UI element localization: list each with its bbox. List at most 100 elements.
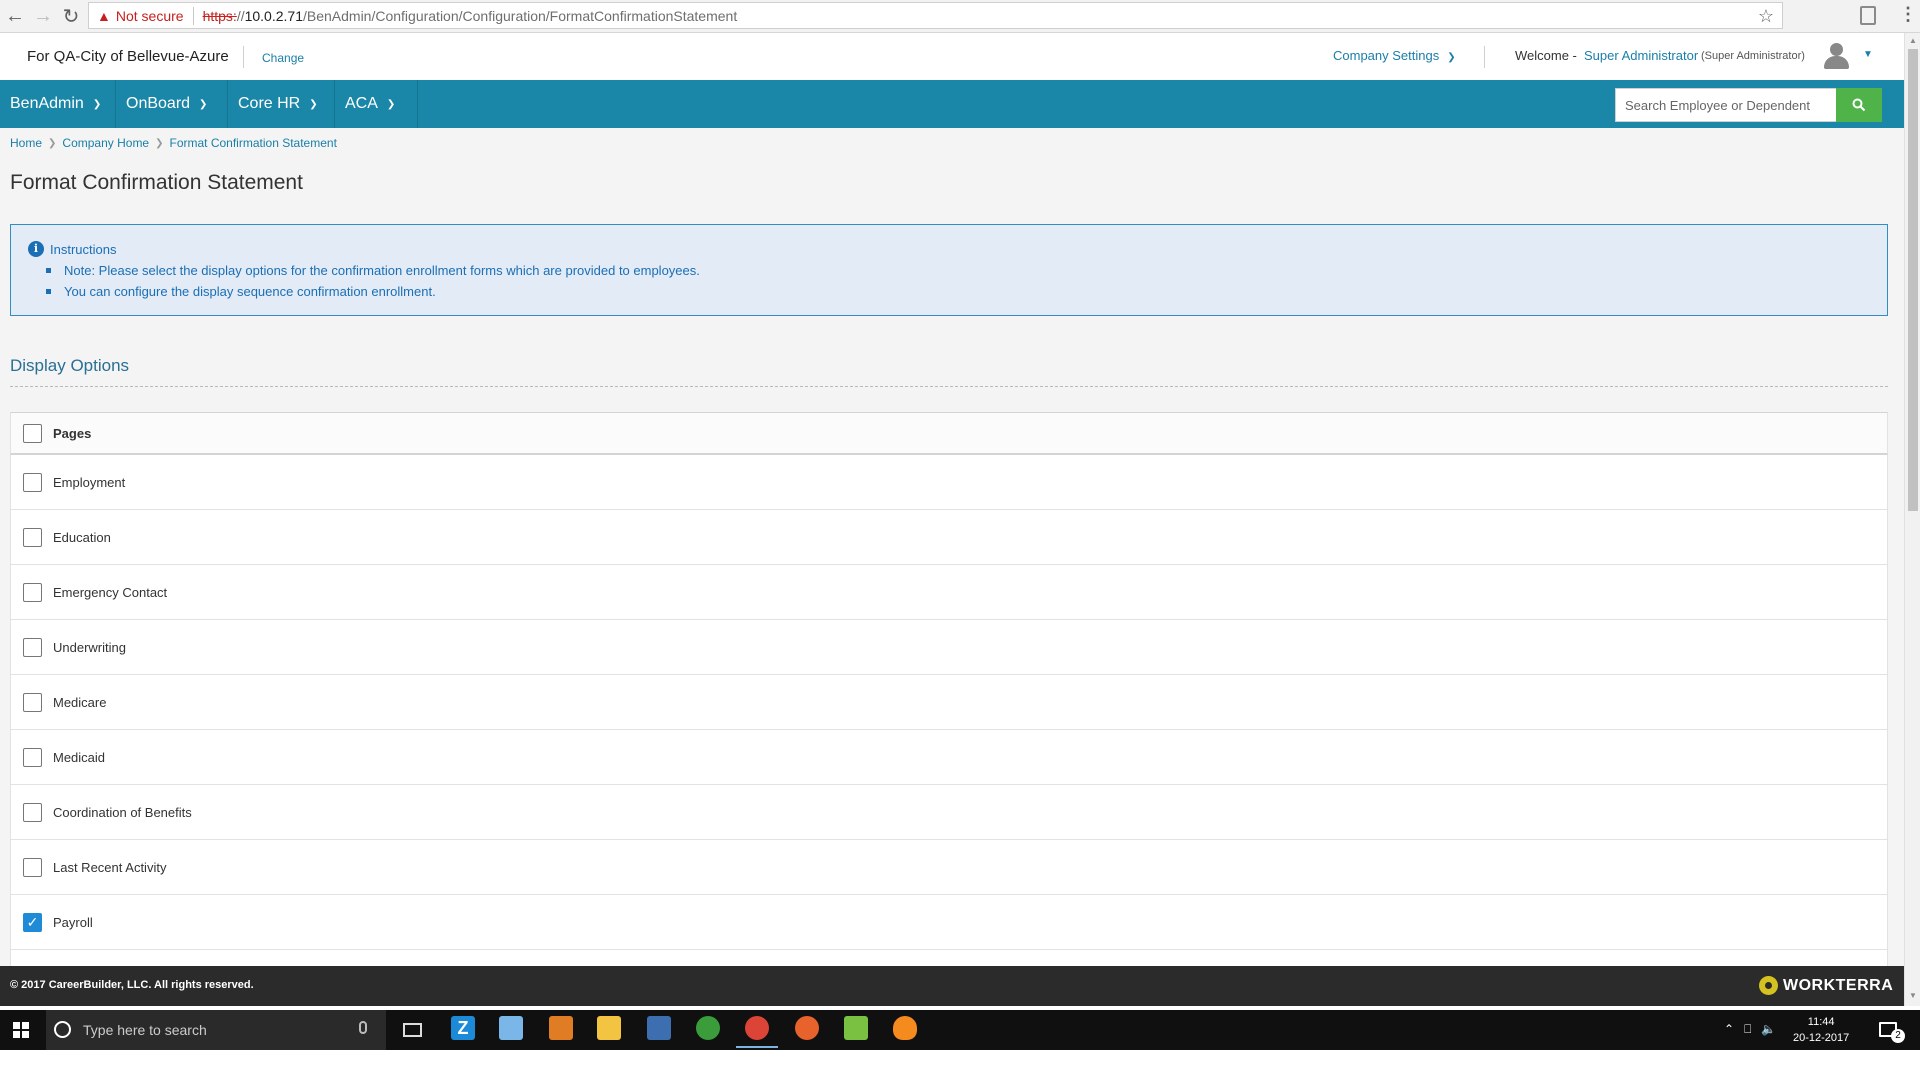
system-tray[interactable]: ⌃ ⎕ 🔈 xyxy=(1724,1022,1776,1037)
windows-start-icon[interactable] xyxy=(13,1022,29,1038)
taskbar-clock[interactable]: 11:44 20-12-2017 xyxy=(1793,1014,1849,1046)
browser-menu-icon[interactable]: ⋮ xyxy=(1899,4,1917,25)
row-label: Last Recent Activity xyxy=(53,859,167,875)
nav-onboard[interactable]: OnBoard ❯ xyxy=(116,80,228,128)
task-view-icon[interactable] xyxy=(403,1023,422,1037)
url-path: /BenAdmin/Configuration/Configuration/Fo… xyxy=(302,7,738,24)
change-company-link[interactable]: Change xyxy=(262,51,304,65)
forward-icon[interactable]: → xyxy=(30,3,56,29)
breadcrumb-home[interactable]: Home xyxy=(10,136,42,150)
page-scrollbar[interactable]: ▲ ▼ xyxy=(1904,33,1920,1006)
row-checkbox[interactable] xyxy=(23,857,42,877)
taskbar-search-placeholder: Type here to search xyxy=(83,1022,207,1038)
row-label: Medicaid xyxy=(53,749,106,765)
spreadsheet-app-icon[interactable] xyxy=(844,1016,868,1040)
row-checkbox[interactable] xyxy=(23,637,42,657)
scroll-down-icon[interactable]: ▼ xyxy=(1909,991,1917,1000)
page-title: Format Confirmation Statement xyxy=(10,171,303,194)
nav-benadmin[interactable]: BenAdmin ❯ xyxy=(0,80,116,128)
search-button[interactable] xyxy=(1836,88,1882,122)
row-checkbox-checked[interactable]: ✓ xyxy=(23,912,42,932)
search-icon xyxy=(1852,98,1866,112)
table-row: ✓ Payroll xyxy=(10,895,1888,950)
row-label: Medicare xyxy=(53,694,107,710)
browser-toolbar: ← → ↻ ▲ Not secure https://10.0.2.71/Ben… xyxy=(0,0,1920,33)
row-label: Education xyxy=(53,529,111,545)
extension-icon[interactable] xyxy=(1860,6,1876,25)
reload-icon[interactable]: ↻ xyxy=(58,3,84,29)
scroll-up-icon[interactable]: ▲ xyxy=(1909,36,1917,45)
sublime-app-icon[interactable] xyxy=(549,1016,573,1040)
table-row: Last Recent Activity xyxy=(10,840,1888,895)
microphone-icon[interactable] xyxy=(359,1021,367,1034)
chrome-app-icon[interactable] xyxy=(736,1016,778,1048)
security-warning[interactable]: Not secure xyxy=(116,8,184,24)
nav-label: BenAdmin xyxy=(10,95,84,112)
employee-search-input[interactable]: Search Employee or Dependent xyxy=(1615,88,1837,122)
nav-label: ACA xyxy=(345,95,378,112)
row-checkbox[interactable] xyxy=(23,582,42,602)
select-all-checkbox[interactable] xyxy=(23,423,42,443)
back-icon[interactable]: ← xyxy=(2,3,28,29)
section-title: Display Options xyxy=(10,356,130,375)
instructions-list: Note: Please select the display options … xyxy=(46,263,700,305)
table-row: Employment xyxy=(10,455,1888,510)
bookmark-star-icon[interactable]: ☆ xyxy=(1758,6,1774,27)
row-checkbox[interactable] xyxy=(23,802,42,822)
row-label: Underwriting xyxy=(53,639,126,655)
zoho-app-icon[interactable]: Z xyxy=(451,1016,475,1040)
tray-chevron-up-icon[interactable]: ⌃ xyxy=(1724,1022,1734,1037)
table-row: Coordination of Benefits xyxy=(10,785,1888,840)
instructions-title: Instructions xyxy=(50,242,117,257)
warning-icon: ▲ xyxy=(97,7,111,24)
app-header: For QA-City of Bellevue-Azure Change Com… xyxy=(0,33,1904,80)
header-divider xyxy=(1484,46,1485,68)
user-name-link[interactable]: Super Administrator xyxy=(1584,48,1698,63)
breadcrumb-current[interactable]: Format Confirmation Statement xyxy=(170,136,337,150)
firefox-app-icon[interactable] xyxy=(795,1016,819,1040)
chevron-down-icon[interactable]: ▼ xyxy=(1863,49,1873,60)
checkmark-icon: ✓ xyxy=(26,913,39,930)
nav-label: Core HR xyxy=(238,95,301,112)
notification-badge: 2 xyxy=(1891,1029,1905,1043)
avatar[interactable] xyxy=(1821,41,1851,71)
screen-margin xyxy=(0,1050,1920,1080)
notepad-app-icon[interactable] xyxy=(499,1016,523,1040)
chevron-down-icon: ❯ xyxy=(92,98,102,110)
row-label: Payroll xyxy=(53,914,93,930)
user-role: (Super Administrator) xyxy=(1701,50,1805,62)
nav-label: OnBoard xyxy=(126,95,191,112)
company-settings-label: Company Settings xyxy=(1333,48,1440,63)
header-divider xyxy=(243,46,244,68)
nav-aca[interactable]: ACA ❯ xyxy=(335,80,418,128)
row-checkbox[interactable] xyxy=(23,472,42,492)
windows-taskbar: Type here to search Z ⌃ ⎕ 🔈 11:44 20-12-… xyxy=(0,1010,1920,1050)
row-checkbox[interactable] xyxy=(23,747,42,767)
table-row: Medicare xyxy=(10,675,1888,730)
display-options-table: Pages Employment Education Emergency Con… xyxy=(10,412,1888,966)
volume-muted-icon[interactable]: 🔈 xyxy=(1761,1022,1776,1037)
taskbar-search[interactable]: Type here to search xyxy=(46,1010,386,1050)
scroll-thumb[interactable] xyxy=(1908,49,1918,511)
row-checkbox[interactable] xyxy=(23,527,42,547)
workterra-logo-icon xyxy=(1759,976,1778,995)
company-settings-menu[interactable]: Company Settings ❯ xyxy=(1333,48,1456,63)
network-icon[interactable]: ⎕ xyxy=(1744,1022,1751,1037)
section-divider xyxy=(10,386,1888,387)
url-slashes: // xyxy=(236,7,245,24)
main-content: Home ❯ Company Home ❯ Format Confirmatio… xyxy=(0,128,1904,966)
table-row: Emergency Contact xyxy=(10,565,1888,620)
flame-app-icon[interactable] xyxy=(893,1016,917,1040)
nav-core-hr[interactable]: Core HR ❯ xyxy=(228,80,335,128)
instruction-item: You can configure the display sequence c… xyxy=(46,284,700,299)
workterra-logo: WORKTERRA xyxy=(1759,976,1893,995)
breadcrumb-company-home[interactable]: Company Home xyxy=(62,136,149,150)
app-window-icon[interactable] xyxy=(647,1016,671,1040)
instructions-panel: i Instructions Note: Please select the d… xyxy=(10,224,1888,316)
row-checkbox[interactable] xyxy=(23,692,42,712)
file-explorer-icon[interactable] xyxy=(597,1016,621,1040)
hs-app-icon[interactable] xyxy=(696,1016,720,1040)
address-bar[interactable]: ▲ Not secure https://10.0.2.71/BenAdmin/… xyxy=(88,2,1783,29)
chevron-down-icon: ❯ xyxy=(309,98,318,110)
page-footer: © 2017 CareerBuilder, LLC. All rights re… xyxy=(0,966,1904,1006)
